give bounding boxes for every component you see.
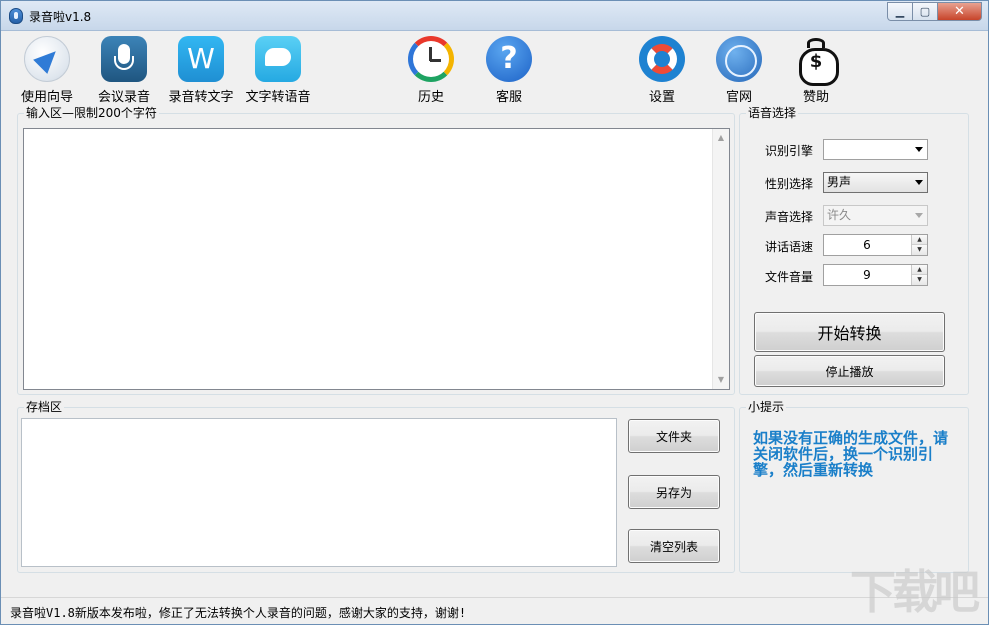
history-clock-icon bbox=[408, 36, 454, 82]
toolbar-history-label: 历史 bbox=[391, 86, 471, 105]
toolbar-settings-button[interactable]: 设置 bbox=[622, 36, 702, 105]
speed-label: 讲话语速 bbox=[765, 238, 813, 255]
stop-playback-button[interactable]: 停止播放 bbox=[754, 355, 945, 387]
tips-title: 小提示 bbox=[746, 400, 786, 414]
watermark-text: 下载吧 bbox=[850, 565, 976, 619]
toolbar-support-label: 客服 bbox=[469, 86, 549, 105]
minimize-button[interactable]: ▁ bbox=[887, 2, 913, 21]
toolbar-text-to-speech-label: 文字转语音 bbox=[238, 86, 318, 105]
input-textarea[interactable]: ▲ ▼ bbox=[23, 128, 730, 390]
volume-down-arrow-icon[interactable]: ▼ bbox=[912, 275, 927, 285]
toolbar-guide-label: 使用向导 bbox=[7, 86, 87, 105]
gender-select[interactable]: 男声 bbox=[823, 172, 928, 193]
engine-select[interactable] bbox=[823, 139, 928, 160]
start-convert-button[interactable]: 开始转换 bbox=[754, 312, 945, 352]
help-question-icon: ? bbox=[486, 36, 532, 82]
chevron-down-icon bbox=[915, 213, 923, 218]
speed-up-arrow-icon[interactable]: ▲ bbox=[912, 235, 927, 245]
save-as-button[interactable]: 另存为 bbox=[628, 475, 720, 509]
speed-value[interactable]: 6 bbox=[824, 235, 910, 255]
gender-value: 男声 bbox=[827, 175, 851, 189]
archive-title: 存档区 bbox=[24, 400, 64, 414]
scroll-down-arrow-icon[interactable]: ▼ bbox=[713, 372, 729, 388]
folder-button[interactable]: 文件夹 bbox=[628, 419, 720, 453]
money-bag-icon bbox=[793, 36, 839, 82]
speed-down-arrow-icon[interactable]: ▼ bbox=[912, 245, 927, 255]
toolbar-website-button[interactable]: 官网 bbox=[699, 36, 779, 105]
title-bar[interactable]: 录音啦v1.8 ▁ ▢ ✕ bbox=[1, 1, 988, 31]
speed-spinner[interactable]: 6 ▲ ▼ bbox=[823, 234, 928, 256]
archive-list[interactable] bbox=[21, 418, 617, 567]
chevron-down-icon bbox=[915, 180, 923, 185]
volume-spin-buttons: ▲ ▼ bbox=[911, 265, 927, 285]
toolbar-history-button[interactable]: 历史 bbox=[391, 36, 471, 105]
voice-value: 许久 bbox=[827, 208, 851, 222]
lifebuoy-icon bbox=[639, 36, 685, 82]
toolbar-meeting-record-label: 会议录音 bbox=[84, 86, 164, 105]
voice-label: 声音选择 bbox=[765, 208, 813, 225]
toolbar-support-button[interactable]: ? 客服 bbox=[469, 36, 549, 105]
input-area-title: 输入区—限制200个字符 bbox=[24, 106, 159, 120]
maximize-button[interactable]: ▢ bbox=[913, 2, 938, 21]
input-scrollbar[interactable]: ▲ ▼ bbox=[712, 129, 729, 389]
microphone-icon bbox=[101, 36, 147, 82]
watermark-logo: 下载吧 bbox=[850, 566, 980, 618]
tips-text: 如果没有正确的生成文件，请关闭软件后，换一个识别引擎，然后重新转换 bbox=[753, 430, 953, 478]
caption-buttons: ▁ ▢ ✕ bbox=[887, 2, 982, 21]
status-bar: 录音啦V1.8新版本发布啦，修正了无法转换个人录音的问题，感谢大家的支持，谢谢! bbox=[1, 597, 988, 624]
toolbar-website-label: 官网 bbox=[699, 86, 779, 105]
speed-spin-buttons: ▲ ▼ bbox=[911, 235, 927, 255]
word-w-icon: W bbox=[178, 36, 224, 82]
volume-label: 文件音量 bbox=[765, 268, 813, 285]
gender-label: 性别选择 bbox=[765, 175, 813, 192]
status-text: 录音啦V1.8新版本发布啦，修正了无法转换个人录音的问题，感谢大家的支持，谢谢! bbox=[10, 604, 466, 621]
close-button[interactable]: ✕ bbox=[938, 2, 982, 21]
engine-label: 识别引擎 bbox=[765, 142, 813, 159]
window-title: 录音啦v1.8 bbox=[29, 8, 91, 25]
speech-bubble-icon bbox=[255, 36, 301, 82]
toolbar: 使用向导 会议录音 W 录音转文字 文字转语音 历史 ? 客服 设置 官网 bbox=[1, 32, 988, 104]
toolbar-settings-label: 设置 bbox=[622, 86, 702, 105]
toolbar-audio-to-text-button[interactable]: W 录音转文字 bbox=[161, 36, 241, 105]
voice-selection-title: 语音选择 bbox=[746, 106, 798, 120]
volume-up-arrow-icon[interactable]: ▲ bbox=[912, 265, 927, 275]
chevron-down-icon bbox=[915, 147, 923, 152]
app-window: 录音啦v1.8 ▁ ▢ ✕ 使用向导 会议录音 W 录音转文字 文字转语音 历史 bbox=[0, 0, 989, 625]
toolbar-audio-to-text-label: 录音转文字 bbox=[161, 86, 241, 105]
toolbar-sponsor-label: 赞助 bbox=[776, 86, 856, 105]
volume-spinner[interactable]: 9 ▲ ▼ bbox=[823, 264, 928, 286]
toolbar-guide-button[interactable]: 使用向导 bbox=[7, 36, 87, 105]
toolbar-meeting-record-button[interactable]: 会议录音 bbox=[84, 36, 164, 105]
volume-value[interactable]: 9 bbox=[824, 265, 910, 285]
toolbar-sponsor-button[interactable]: 赞助 bbox=[776, 36, 856, 105]
clear-list-button[interactable]: 清空列表 bbox=[628, 529, 720, 563]
voice-select[interactable]: 许久 bbox=[823, 205, 928, 226]
globe-icon bbox=[716, 36, 762, 82]
app-microphone-icon bbox=[9, 8, 23, 24]
navigation-arrow-icon bbox=[24, 36, 70, 82]
scroll-up-arrow-icon[interactable]: ▲ bbox=[713, 130, 729, 146]
toolbar-text-to-speech-button[interactable]: 文字转语音 bbox=[238, 36, 318, 105]
